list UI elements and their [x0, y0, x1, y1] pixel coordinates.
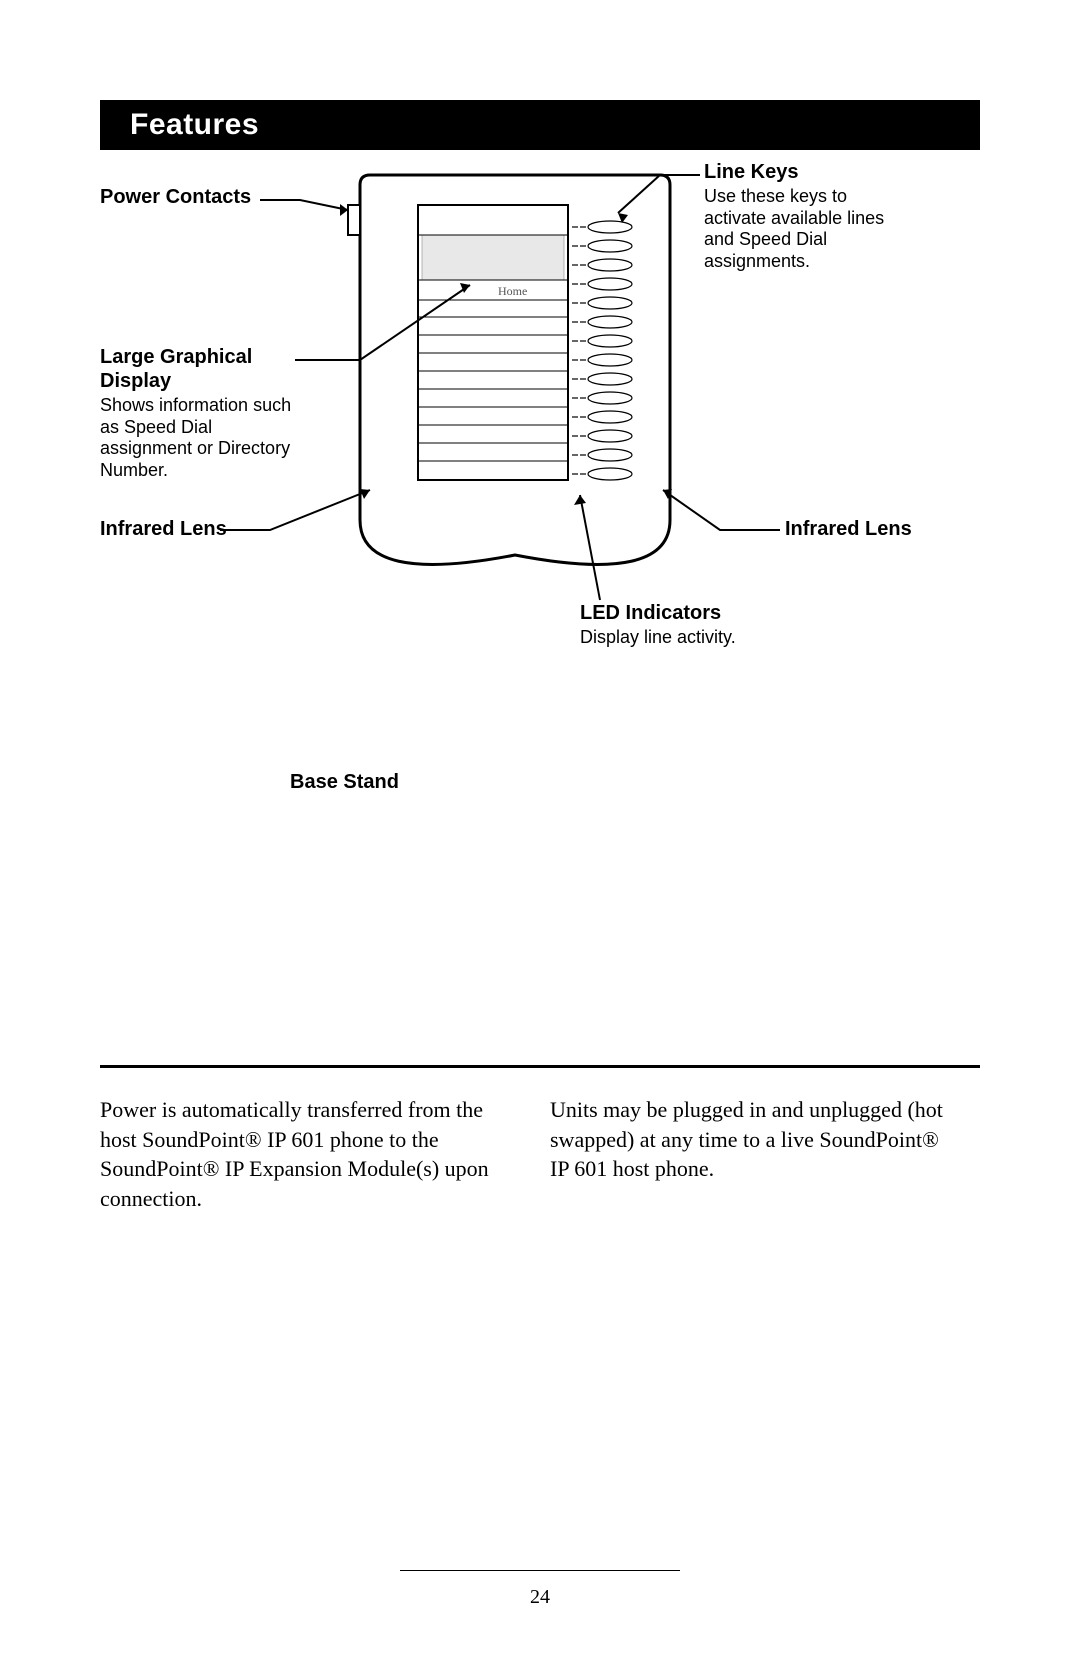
callout-desc: Display line activity.	[580, 627, 780, 649]
callout-led-indicators: LED Indicators Display line activity.	[580, 601, 780, 649]
section-rule	[100, 1065, 980, 1068]
callout-infrared-left: Infrared Lens	[100, 517, 250, 541]
section-header-title: Features	[130, 108, 259, 142]
callout-title: Infrared Lens	[785, 517, 935, 541]
svg-text:Home: Home	[498, 284, 527, 298]
callout-large-display: Large Graphical Display Shows informatio…	[100, 345, 300, 481]
footer-rule	[400, 1570, 680, 1571]
callout-title: Power Contacts	[100, 185, 270, 209]
callout-power-contacts: Power Contacts	[100, 185, 270, 209]
body-paragraph-right: Units may be plugged in and unplugged (h…	[550, 1095, 950, 1184]
callout-line-keys: Line Keys Use these keys to activate ava…	[704, 160, 914, 272]
callout-title: Line Keys	[704, 160, 914, 184]
callout-base-stand: Base Stand	[290, 770, 490, 794]
page-number: 24	[0, 1586, 1080, 1609]
callout-desc: Use these keys to activate available lin…	[704, 186, 914, 272]
page: Features	[0, 0, 1080, 1669]
section-header: Features	[100, 100, 980, 150]
callout-title: Infrared Lens	[100, 517, 250, 541]
body-paragraph-left: Power is automatically transferred from …	[100, 1095, 500, 1214]
callout-infrared-right: Infrared Lens	[785, 517, 935, 541]
features-diagram: Home	[100, 155, 980, 725]
callout-desc: Shows information such as Speed Dial ass…	[100, 395, 300, 481]
callout-title: LED Indicators	[580, 601, 780, 625]
callout-title: Base Stand	[290, 770, 490, 794]
callout-title: Large Graphical Display	[100, 345, 300, 393]
